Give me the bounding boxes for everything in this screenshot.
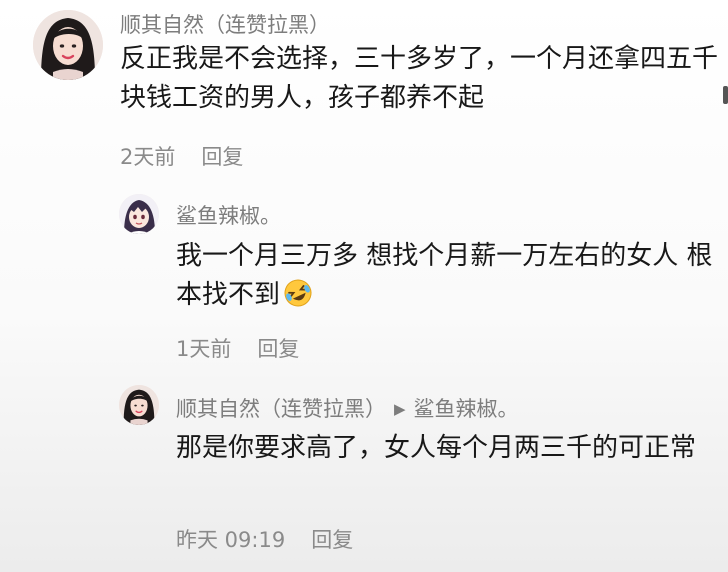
reply-button[interactable]: 回复 (257, 337, 299, 361)
reply-header: 顺其自然（连赞拉黑） ▶ 鲨鱼辣椒。 (176, 393, 519, 423)
rolling-on-floor-laughing-emoji-icon (284, 279, 312, 307)
cut-off-text-glyph (723, 86, 728, 104)
comment-meta: 昨天 09:19 回复 (176, 524, 353, 554)
reply-button[interactable]: 回复 (201, 145, 243, 169)
comment-text: 反正我是不会选择，三十多岁了，一个月还拿四五千块钱工资的男人，孩子都养不起 (120, 44, 719, 113)
comment-time: 2天前 (120, 145, 176, 169)
reply-arrow-icon: ▶ (394, 400, 406, 418)
comment-author[interactable]: 顺其自然（连赞拉黑） (120, 9, 330, 39)
woman-portrait-avatar-icon (119, 385, 159, 425)
anime-boy-avatar-icon (119, 194, 159, 234)
comment-text: 那是你要求高了，女人每个月两三千的可正常 (176, 433, 697, 463)
comment-text-body: 我一个月三万多 想找个月薪一万左右的女人 根本找不到 (176, 241, 713, 310)
comment-time: 昨天 09:19 (176, 528, 286, 552)
avatar[interactable] (119, 194, 159, 234)
comment-meta: 2天前 回复 (120, 141, 243, 171)
comment-author[interactable]: 顺其自然（连赞拉黑） (176, 397, 386, 421)
reply-button[interactable]: 回复 (311, 528, 353, 552)
comment-meta: 1天前 回复 (176, 333, 299, 363)
woman-portrait-avatar-icon (33, 10, 103, 80)
comment-time: 1天前 (176, 337, 232, 361)
avatar[interactable] (119, 385, 159, 425)
comment-text: 我一个月三万多 想找个月薪一万左右的女人 根本找不到 (176, 237, 728, 315)
avatar[interactable] (33, 10, 103, 80)
reply-to-author[interactable]: 鲨鱼辣椒。 (414, 397, 519, 421)
comment-author[interactable]: 鲨鱼辣椒。 (176, 200, 281, 230)
